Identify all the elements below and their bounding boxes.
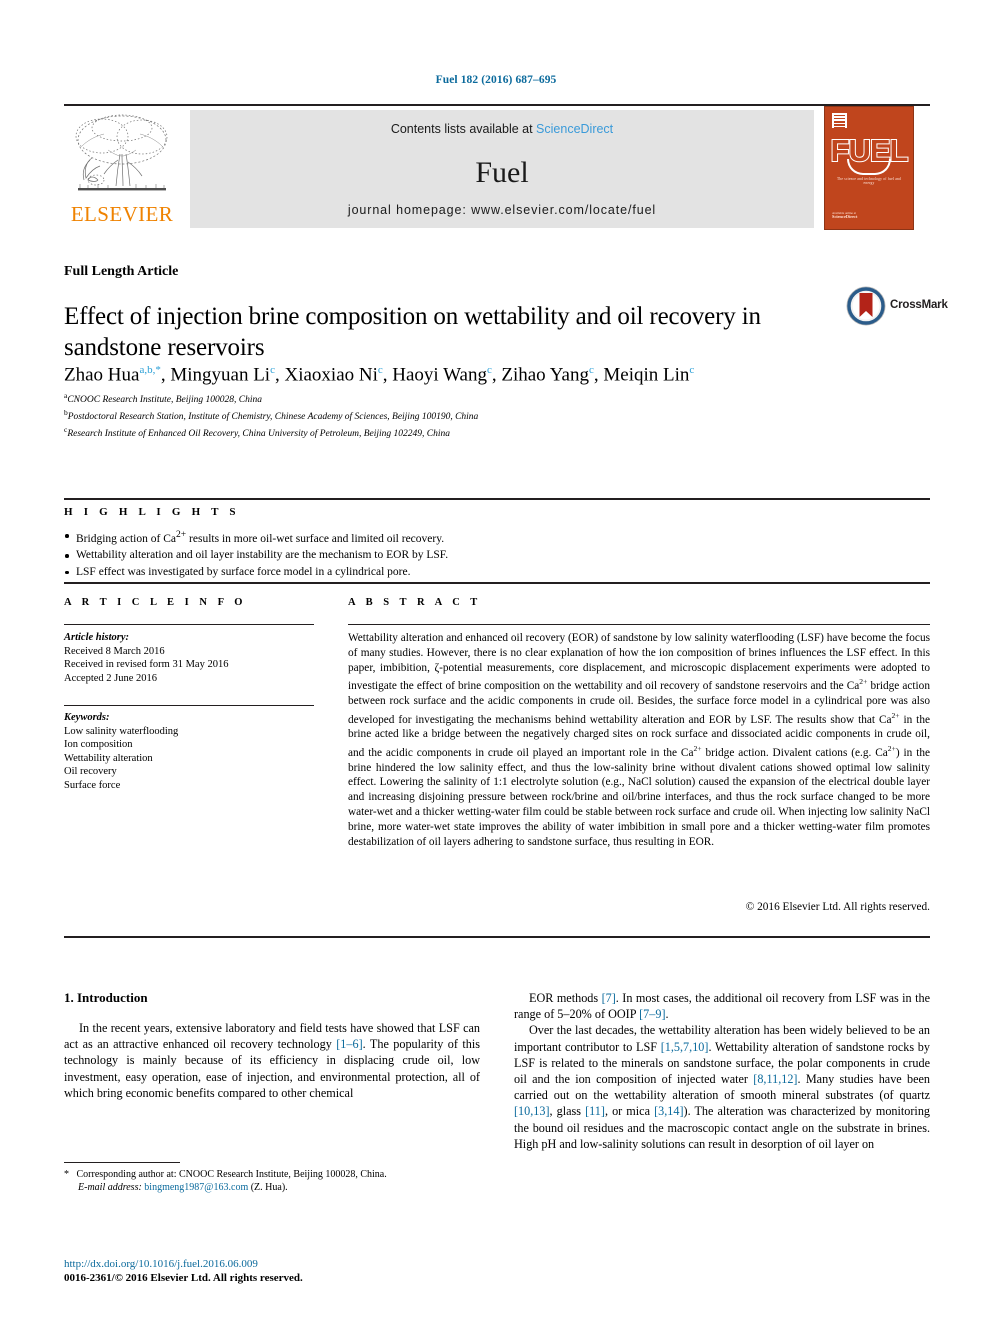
elsevier-tree-icon	[75, 114, 168, 191]
keyword-item: Surface force	[64, 779, 121, 791]
author-list: Zhao Huaa,b,*, Mingyuan Lic, Xiaoxiao Ni…	[64, 364, 695, 386]
crossmark-badge[interactable]: CrossMark	[846, 286, 948, 330]
keyword-item: Ion composition	[64, 739, 133, 751]
intro-paragraph-left: In the recent years, extensive laborator…	[64, 1021, 480, 1100]
issn-copyright-line: 0016-2361/© 2016 Elsevier Ltd. All right…	[64, 1272, 303, 1284]
affiliation-list: aCNOOC Research Institute, Beijing 10002…	[64, 390, 864, 440]
corresponding-author-line: * Corresponding author at: CNOOC Researc…	[64, 1169, 387, 1180]
body-column-right: EOR methods [7]. In most cases, the addi…	[514, 990, 930, 1152]
cover-logo-chip	[832, 113, 847, 129]
history-received: Received 8 March 2016	[64, 645, 165, 657]
sciencedirect-link[interactable]: ScienceDirect	[536, 122, 613, 136]
email-label: E-mail address:	[78, 1182, 142, 1194]
cover-subtitle: The science and technology of fuel and e…	[836, 177, 902, 185]
article-info-rule	[64, 624, 314, 626]
intro-paragraph-right-2: Over the last decades, the wettability a…	[514, 1023, 931, 1151]
masthead-top-rule	[64, 104, 930, 106]
highlight-item: Bridging action of Ca2+ results in more …	[64, 527, 884, 547]
affiliation-b: bPostdoctoral Research Station, Institut…	[64, 407, 864, 424]
corresponding-author-note: * Corresponding author at: CNOOC Researc…	[64, 1168, 480, 1195]
contents-available-line: Contents lists available at ScienceDirec…	[190, 122, 814, 136]
abstract-body: Wettability alteration and enhanced oil …	[348, 632, 930, 848]
keyword-item: Low salinity waterflooding	[64, 725, 179, 737]
history-revised: Received in revised form 31 May 2016	[64, 659, 229, 671]
crossmark-icon	[846, 286, 886, 326]
body-column-left: 1. Introduction In the recent years, ext…	[64, 990, 480, 1101]
article-history-label: Article history:	[64, 632, 130, 643]
intro-paragraph-right-1: EOR methods [7]. In most cases, the addi…	[514, 991, 930, 1022]
journal-masthead: ELSEVIER Contents lists available at Sci…	[64, 104, 930, 230]
keyword-item: Oil recovery	[64, 766, 117, 778]
elsevier-logo: ELSEVIER	[64, 110, 180, 228]
journal-banner: Contents lists available at ScienceDirec…	[190, 110, 814, 228]
cover-footer-bottom: ScienceDirect	[832, 214, 858, 220]
article-type: Full Length Article	[64, 264, 179, 279]
keyword-item: Wettability alteration	[64, 752, 153, 764]
abstract-rule	[348, 624, 930, 626]
email-link[interactable]: bingmeng1987@163.com	[144, 1182, 248, 1193]
history-accepted: Accepted 2 June 2016	[64, 672, 158, 684]
journal-homepage-link[interactable]: journal homepage: www.elsevier.com/locat…	[190, 203, 814, 217]
highlight-item: Wettability alteration and oil layer ins…	[64, 547, 884, 564]
affiliation-text-a: CNOOC Research Institute, Beijing 100028…	[67, 395, 262, 406]
page-title: Effect of injection brine composition on…	[64, 302, 761, 361]
contents-available-text: Contents lists available at	[390, 122, 537, 136]
elsevier-wordmark: ELSEVIER	[70, 202, 174, 226]
abstract-copyright: © 2016 Elsevier Ltd. All rights reserved…	[745, 901, 930, 913]
affiliation-text-c: Research Institute of Enhanced Oil Recov…	[67, 428, 450, 439]
keywords-rule	[64, 705, 314, 707]
section-title-introduction: 1. Introduction	[64, 990, 148, 1005]
journal-cover-image: FUEL The science and technology of fuel …	[824, 106, 914, 230]
affiliation-text-b: Postdoctoral Research Station, Institute…	[67, 411, 479, 422]
affiliation-c: cResearch Institute of Enhanced Oil Reco…	[64, 424, 864, 441]
email-suffix: (Z. Hua).	[250, 1182, 288, 1194]
keywords-label: Keywords:	[64, 712, 110, 723]
article-history: Article history: Received 8 March 2016 R…	[64, 631, 314, 685]
highlights-bottom-rule	[64, 582, 930, 584]
paper-page: Fuel 182 (2016) 687–695 ELSEVIER Content…	[0, 0, 992, 1323]
cover-footer: Available online at ScienceDirect	[832, 211, 892, 220]
abstract-heading: A B S T R A C T	[348, 597, 482, 608]
keywords-block: Keywords: Low salinity waterflooding Ion…	[64, 711, 314, 793]
journal-title: Fuel	[475, 156, 529, 189]
cover-swoosh-shape	[847, 159, 891, 175]
body-section-rule	[64, 936, 930, 938]
highlights-top-rule	[64, 498, 930, 500]
highlight-item: LSF effect was investigated by surface f…	[64, 564, 884, 581]
article-info-heading: A R T I C L E I N F O	[64, 597, 247, 608]
footnote-rule	[64, 1162, 180, 1164]
highlights-heading: H I G H L I G H T S	[64, 506, 240, 518]
highlights-list: Bridging action of Ca2+ results in more …	[64, 527, 884, 580]
email-line: E-mail address: bingmeng1987@163.com (Z.…	[64, 1181, 480, 1194]
affiliation-a: aCNOOC Research Institute, Beijing 10002…	[64, 390, 864, 407]
running-head: Fuel 182 (2016) 687–695	[435, 74, 557, 86]
doi-link[interactable]: http://dx.doi.org/10.1016/j.fuel.2016.06…	[64, 1258, 258, 1270]
crossmark-label: CrossMark	[890, 299, 948, 311]
